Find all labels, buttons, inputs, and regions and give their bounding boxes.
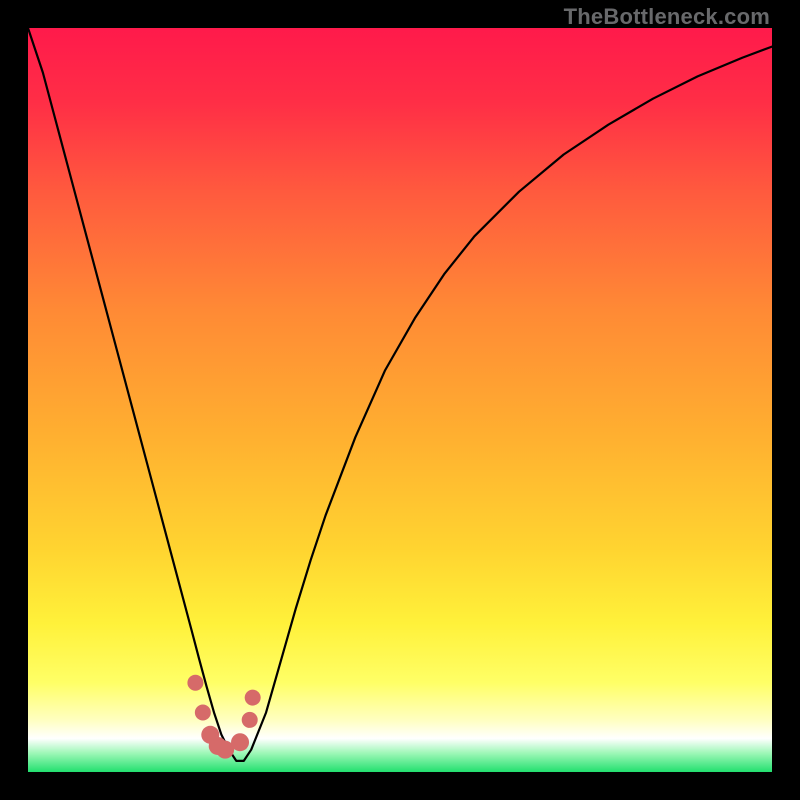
curve-marker	[195, 704, 211, 720]
bottleneck-chart	[28, 28, 772, 772]
attribution-text: TheBottleneck.com	[564, 4, 770, 30]
curve-marker	[245, 690, 261, 706]
curve-marker	[187, 675, 203, 691]
curve-marker	[242, 712, 258, 728]
chart-frame	[28, 28, 772, 772]
gradient-background	[28, 28, 772, 772]
curve-marker	[231, 733, 249, 751]
